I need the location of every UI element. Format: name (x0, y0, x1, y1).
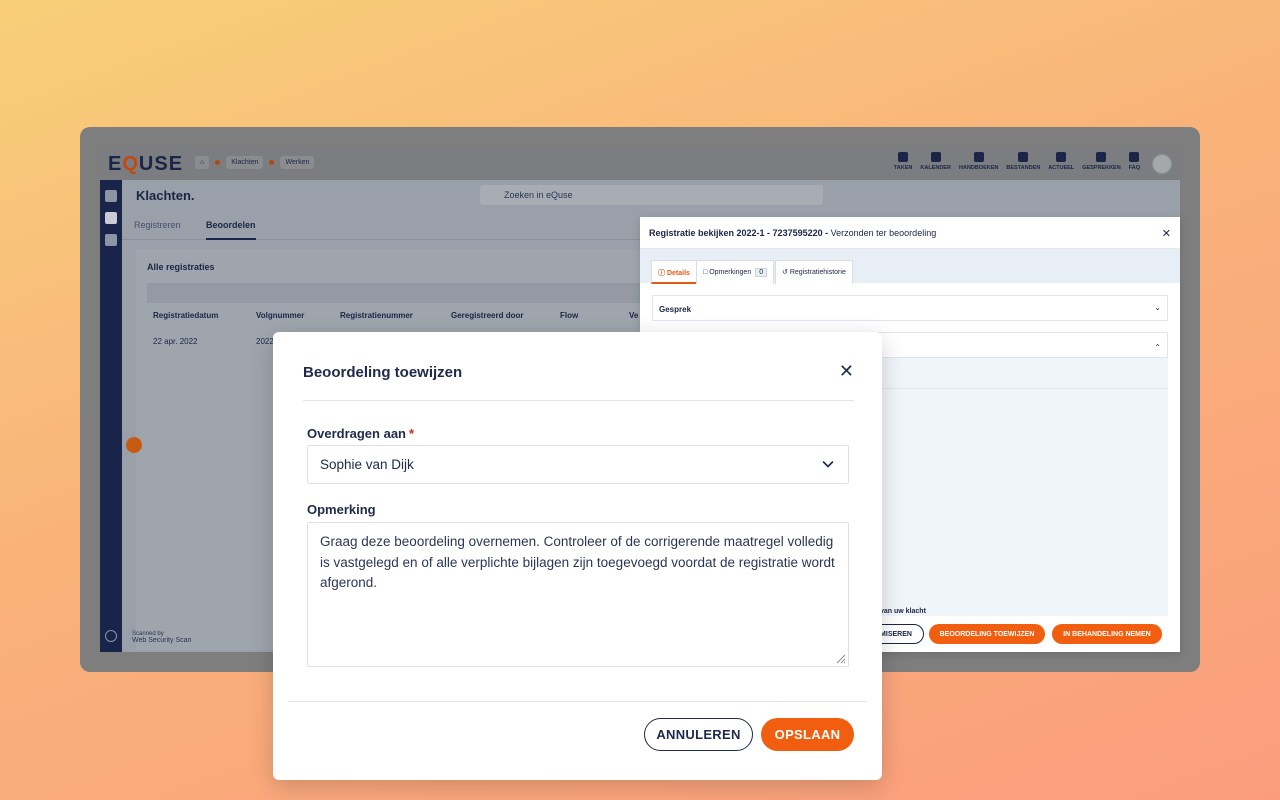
breadcrumb-separator (215, 160, 221, 165)
cancel-button[interactable]: ANNULEREN (644, 718, 753, 751)
col-volgnummer[interactable]: Volgnummer (256, 311, 304, 320)
breadcrumb-werken[interactable]: Werken (280, 156, 315, 169)
assign-review-modal: Beoordeling toewijzen ✕ Overdragen aan * … (273, 332, 882, 780)
news-icon (1056, 152, 1067, 162)
table-cell: 2022 (256, 337, 274, 346)
tab-registreren[interactable]: Registreren (134, 220, 181, 230)
top-bar: EQUSE ⌂ Klachten Werken TAKEN KALENDER H… (100, 147, 1180, 180)
grid-icon[interactable] (105, 190, 117, 202)
required-mark: * (409, 426, 415, 441)
chat-icon (1096, 152, 1107, 162)
archive-icon (1018, 152, 1029, 162)
transfer-select-value: Sophie van Dijk (320, 457, 414, 472)
topnav-gesprekken[interactable]: GESPREKKEN (1082, 152, 1121, 171)
transfer-select[interactable]: Sophie van Dijk (307, 445, 849, 484)
history-icon: ↺ (782, 269, 790, 276)
col-ve[interactable]: Ve (629, 311, 638, 320)
question-icon (1129, 152, 1140, 162)
col-registratienummer[interactable]: Registratienummer (340, 311, 413, 320)
chevron-down-icon: ⌄ (1154, 303, 1161, 312)
clipboard-icon (898, 152, 909, 162)
topnav-kalender[interactable]: KALENDER (920, 152, 951, 171)
topnav-faq[interactable]: FAQ (1129, 152, 1140, 171)
registration-title: Registratie bekijken 2022-1 - 7237595220… (649, 228, 937, 238)
breadcrumb-klachten[interactable]: Klachten (226, 156, 264, 169)
equse-logo[interactable]: EQUSE (108, 153, 183, 176)
search-input[interactable]: Zoeken in eQuse (480, 185, 823, 205)
remark-textarea[interactable]: Graag deze beoordeling overnemen. Contro… (307, 522, 849, 667)
chevron-down-icon (822, 461, 834, 468)
top-nav: TAKEN KALENDER HANDBOEKEN BESTANDEN ACTU… (894, 152, 1140, 171)
remark-label: Opmerking (307, 502, 376, 517)
registration-panel-header: Registratie bekijken 2022-1 - 7237595220… (640, 217, 1180, 249)
modal-divider (303, 400, 854, 401)
tab-opmerkingen[interactable]: □ Opmerkingen 0 (696, 260, 775, 284)
page-title: Klachten. (136, 188, 195, 203)
col-flow[interactable]: Flow (560, 311, 578, 320)
start-processing-button[interactable]: IN BEHANDELING NEMEN (1052, 624, 1162, 644)
resize-grip-icon[interactable] (834, 652, 846, 664)
book-icon (973, 152, 984, 162)
close-icon[interactable]: ✕ (839, 362, 854, 380)
breadcrumb: ⌂ Klachten Werken (195, 156, 315, 169)
security-scan-badge: Scanned by Web Security Scan (132, 631, 192, 644)
assign-review-button[interactable]: BEOORDELING TOEWIJZEN (929, 624, 1045, 644)
registration-tabs: ⓘ Details □ Opmerkingen 0 ↺ Registratiehi… (640, 249, 1180, 284)
tab-beoordelen[interactable]: Beoordelen (206, 220, 256, 240)
modal-footer-divider (288, 701, 867, 702)
save-button[interactable]: OPSLAAN (761, 718, 854, 751)
chevron-up-icon: ⌃ (1154, 343, 1161, 352)
close-icon[interactable]: ✕ (1162, 227, 1171, 240)
klacht-label: van uw klacht (880, 608, 926, 615)
tab-registratiehistorie[interactable]: ↺ Registratiehistorie (775, 260, 853, 284)
col-registratiedatum[interactable]: Registratiedatum (153, 311, 218, 320)
complaint-nav-icon[interactable] (105, 234, 117, 246)
table-toolbar (147, 283, 667, 303)
help-icon[interactable] (105, 630, 117, 642)
info-icon: ⓘ (658, 270, 667, 277)
left-sidebar (100, 180, 122, 652)
panel-title: Alle registraties (147, 262, 215, 272)
home-icon[interactable]: ⌂ (195, 156, 210, 169)
col-geregistreerd-door[interactable]: Geregistreerd door (451, 311, 523, 320)
tab-details[interactable]: ⓘ Details (651, 260, 697, 284)
calendar-icon (930, 152, 941, 162)
breadcrumb-separator (269, 160, 275, 165)
accordion-gesprek[interactable]: Gesprek ⌄ (652, 295, 1168, 321)
comment-count-badge: 0 (755, 268, 768, 277)
home-nav-icon[interactable] (105, 212, 117, 224)
table-cell: 22 apr. 2022 (153, 337, 198, 346)
expand-sidebar-button[interactable] (126, 437, 142, 453)
transfer-label: Overdragen aan * (307, 426, 415, 441)
topnav-bestanden[interactable]: BESTANDEN (1006, 152, 1040, 171)
avatar[interactable] (1152, 154, 1172, 174)
topnav-actueel[interactable]: ACTUEEL (1048, 152, 1074, 171)
modal-title: Beoordeling toewijzen (303, 364, 463, 381)
topnav-taken[interactable]: TAKEN (894, 152, 912, 171)
topnav-handboeken[interactable]: HANDBOEKEN (959, 152, 998, 171)
